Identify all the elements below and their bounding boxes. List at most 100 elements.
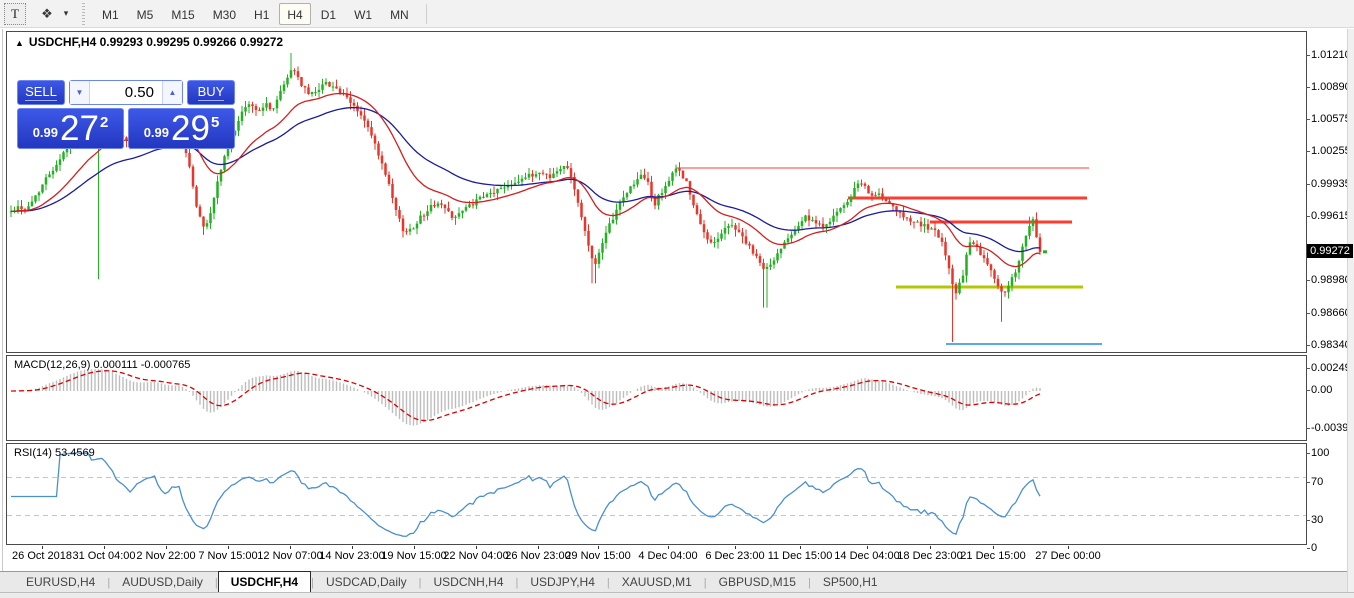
date-label: 26 Oct 2018 bbox=[12, 550, 72, 562]
date-label: 14 Dec 04:00 bbox=[834, 550, 899, 562]
sell-price-button[interactable]: 0.99 27 2 bbox=[17, 108, 124, 149]
chart-tab-usdjpy[interactable]: USDJPY,H4 bbox=[518, 572, 606, 592]
buy-price-sup: 5 bbox=[211, 114, 219, 131]
date-tick bbox=[352, 546, 353, 549]
chart-tab-eurusd[interactable]: EURUSD,H4 bbox=[14, 572, 107, 592]
timeframe-button-m1[interactable]: M1 bbox=[94, 3, 127, 25]
macd-chart[interactable] bbox=[7, 356, 1306, 440]
date-label: 22 Nov 04:00 bbox=[443, 550, 508, 562]
volume-input[interactable] bbox=[90, 81, 162, 104]
date-tick bbox=[228, 546, 229, 549]
date-tick bbox=[290, 546, 291, 549]
date-label: 29 Nov 15:00 bbox=[565, 550, 630, 562]
timeframe-button-w1[interactable]: W1 bbox=[346, 3, 380, 25]
macd-label: MACD(12,26,9) 0.000111 -0.000765 bbox=[14, 359, 190, 371]
sell-button[interactable]: SELL bbox=[17, 80, 65, 105]
date-tick bbox=[598, 546, 599, 549]
toolbar-grip[interactable] bbox=[80, 3, 87, 25]
date-label: 19 Nov 15:00 bbox=[381, 550, 446, 562]
chart-tab-xauusd[interactable]: XAUUSD,M1 bbox=[610, 572, 704, 592]
price-tick: 0.99615 bbox=[1311, 210, 1351, 222]
date-tick bbox=[930, 546, 931, 549]
date-tick bbox=[668, 546, 669, 549]
window-left-frame bbox=[2, 29, 3, 591]
date-tick bbox=[414, 546, 415, 549]
macd-axis-tick: 0.00 bbox=[1311, 384, 1332, 396]
main-chart-panel[interactable]: ▲ USDCHF,H4 0.99293 0.99295 0.99266 0.992… bbox=[6, 31, 1307, 353]
rsi-axis-tick: 100 bbox=[1311, 447, 1329, 459]
rsi-axis-tick: 0 bbox=[1311, 542, 1317, 554]
toolbar-separator bbox=[426, 4, 427, 24]
price-tick: 0.98660 bbox=[1311, 307, 1351, 319]
sell-price-sup: 2 bbox=[100, 114, 108, 131]
timeframe-button-h4[interactable]: H4 bbox=[279, 3, 310, 25]
timeframe-button-m15[interactable]: M15 bbox=[163, 3, 202, 25]
date-label: 7 Nov 15:00 bbox=[198, 550, 257, 562]
buy-button[interactable]: BUY bbox=[187, 80, 235, 105]
rsi-chart[interactable] bbox=[7, 444, 1306, 544]
timeframe-button-h1[interactable]: H1 bbox=[246, 3, 277, 25]
window-right-edge bbox=[1347, 29, 1354, 592]
date-label: 27 Dec 00:00 bbox=[1035, 550, 1100, 562]
chart-tab-usdcnh[interactable]: USDCNH,H4 bbox=[422, 572, 516, 592]
toolbar: T ❖ ▾ M1M5M15M30H1H4D1W1MN bbox=[0, 0, 1354, 28]
buy-price-frac: 0.99 bbox=[144, 125, 169, 140]
timeframe-button-m30[interactable]: M30 bbox=[205, 3, 244, 25]
time-axis: 26 Oct 201831 Oct 04:002 Nov 22:007 Nov … bbox=[6, 546, 1307, 570]
date-tick bbox=[538, 546, 539, 549]
chart-title: ▲ USDCHF,H4 0.99293 0.99295 0.99266 0.992… bbox=[15, 35, 283, 49]
mt4-window: T ❖ ▾ M1M5M15M30H1H4D1W1MN ▲ USDCHF,H4 0.… bbox=[0, 0, 1354, 598]
volume-decrease-button[interactable]: ▼ bbox=[70, 81, 90, 104]
timeframe-button-d1[interactable]: D1 bbox=[313, 3, 344, 25]
date-label: 14 Nov 23:00 bbox=[319, 550, 384, 562]
sell-price-frac: 0.99 bbox=[33, 125, 58, 140]
current-price-label: 0.99272 bbox=[1307, 244, 1353, 258]
date-label: 4 Dec 04:00 bbox=[638, 550, 697, 562]
date-label: 11 Dec 15:00 bbox=[768, 550, 833, 562]
date-label: 31 Oct 04:00 bbox=[73, 550, 136, 562]
date-tick bbox=[104, 546, 105, 549]
chart-tab-bar: EURUSD,H4|AUDUSD,Daily|USDCHF,H4|USDCAD,… bbox=[0, 571, 1354, 592]
date-tick bbox=[867, 546, 868, 549]
window-bottom-edge bbox=[0, 592, 1354, 598]
buy-price-button[interactable]: 0.99 29 5 bbox=[128, 108, 235, 149]
date-tick bbox=[42, 546, 43, 549]
date-tick bbox=[735, 546, 736, 549]
chart-tab-sp500[interactable]: SP500,H1 bbox=[811, 572, 890, 592]
timeframe-button-m5[interactable]: M5 bbox=[129, 3, 162, 25]
trade-arrows-icon[interactable]: ❖ bbox=[34, 3, 60, 25]
date-label: 21 Dec 15:00 bbox=[960, 550, 1025, 562]
rsi-axis-tick: 30 bbox=[1311, 514, 1323, 526]
timeframe-button-mn[interactable]: MN bbox=[382, 3, 417, 25]
timeframe-group: M1M5M15M30H1H4D1W1MN bbox=[93, 3, 418, 25]
collapse-triangle-icon[interactable]: ▲ bbox=[15, 38, 24, 48]
rsi-axis-tick: 70 bbox=[1311, 476, 1323, 488]
chart-title-text: USDCHF,H4 0.99293 0.99295 0.99266 0.9927… bbox=[29, 35, 283, 49]
date-tick bbox=[476, 546, 477, 549]
macd-panel[interactable]: MACD(12,26,9) 0.000111 -0.000765 bbox=[6, 355, 1307, 441]
price-tick: 1.00890 bbox=[1311, 81, 1351, 93]
rsi-label: RSI(14) 53.4569 bbox=[14, 447, 95, 459]
price-tick: 0.98980 bbox=[1311, 274, 1351, 286]
volume-increase-button[interactable]: ▲ bbox=[162, 81, 182, 104]
buy-price-big: 29 bbox=[171, 112, 210, 145]
chart-tab-usdchf[interactable]: USDCHF,H4 bbox=[218, 571, 311, 592]
chart-tab-usdcad[interactable]: USDCAD,Daily bbox=[314, 572, 419, 592]
chart-tab-audusd[interactable]: AUDUSD,Daily bbox=[110, 572, 215, 592]
date-label: 12 Nov 07:00 bbox=[257, 550, 322, 562]
chart-tab-gbpusd[interactable]: GBPUSD,M15 bbox=[707, 572, 808, 592]
text-tool-button[interactable]: T bbox=[4, 3, 26, 25]
sell-price-big: 27 bbox=[60, 112, 99, 145]
date-label: 6 Dec 23:00 bbox=[705, 550, 764, 562]
price-tick: 1.01210 bbox=[1311, 49, 1351, 61]
dropdown-caret-icon[interactable]: ▾ bbox=[60, 3, 72, 25]
price-tick: 0.98340 bbox=[1311, 339, 1351, 351]
date-tick bbox=[800, 546, 801, 549]
date-tick bbox=[993, 546, 994, 549]
rsi-panel[interactable]: RSI(14) 53.4569 bbox=[6, 443, 1307, 545]
trade-panel: SELL ▼ ▲ BUY 0.99 27 2 0.99 29 5 bbox=[17, 80, 235, 150]
price-tick: 1.00255 bbox=[1311, 145, 1351, 157]
date-label: 18 Dec 23:00 bbox=[897, 550, 962, 562]
date-label: 2 Nov 22:00 bbox=[136, 550, 195, 562]
price-tick: 0.99935 bbox=[1311, 178, 1351, 190]
